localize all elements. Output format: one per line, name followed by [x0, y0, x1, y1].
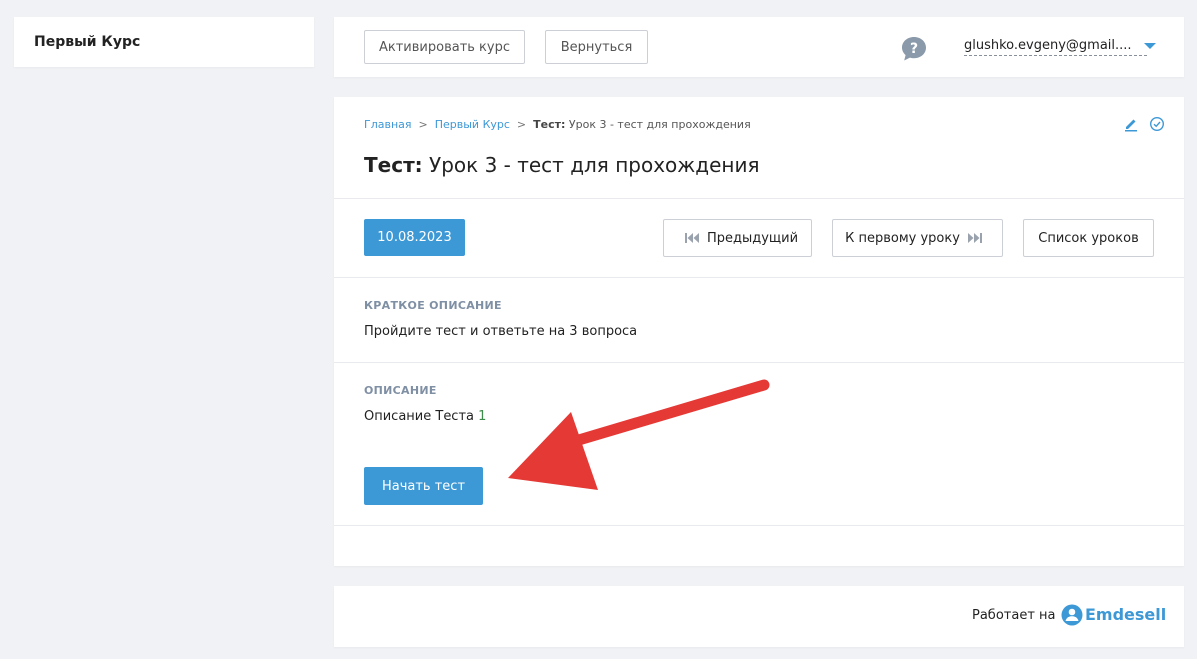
- short-description-text: Пройдите тест и ответьте на 3 вопроса: [364, 324, 638, 339]
- emdesell-logo-icon[interactable]: [1061, 604, 1083, 626]
- page-title-prefix: Тест:: [364, 153, 423, 177]
- breadcrumb-course-link[interactable]: Первый Курс: [435, 118, 510, 131]
- divider: [334, 525, 1184, 526]
- skip-forward-icon: [967, 233, 982, 243]
- lesson-list-button[interactable]: Список уроков: [1023, 219, 1154, 257]
- description-number: 1: [478, 409, 487, 424]
- sidebar-course-card[interactable]: Первый Курс: [14, 17, 314, 67]
- description-label: ОПИСАНИЕ: [364, 384, 437, 397]
- breadcrumb-current-prefix: Тест:: [533, 118, 566, 131]
- svg-text:?: ?: [910, 41, 918, 57]
- lesson-content-card: Главная > Первый Курс > Тест: Урок 3 - т…: [334, 97, 1184, 566]
- page-title: Тест: Урок 3 - тест для прохождения: [364, 153, 760, 177]
- divider: [334, 362, 1184, 363]
- lesson-date-badge: 10.08.2023: [364, 219, 465, 256]
- page-title-text: Урок 3 - тест для прохождения: [429, 153, 760, 177]
- user-menu-email[interactable]: glushko.evgeny@gmail....: [964, 38, 1147, 56]
- brand-name[interactable]: Emdesell: [1085, 605, 1166, 624]
- pencil-edit-icon[interactable]: [1123, 116, 1139, 132]
- divider: [334, 198, 1184, 199]
- breadcrumb-separator: >: [418, 118, 428, 131]
- short-description-label: КРАТКОЕ ОПИСАНИЕ: [364, 299, 502, 312]
- previous-lesson-label: Предыдущий: [706, 230, 799, 246]
- check-circle-icon[interactable]: [1149, 116, 1165, 132]
- first-lesson-button[interactable]: К первому уроку: [832, 219, 1003, 257]
- previous-lesson-button[interactable]: Предыдущий: [663, 219, 812, 257]
- chevron-down-icon[interactable]: [1144, 43, 1156, 49]
- help-bubble-icon[interactable]: ?: [900, 35, 928, 63]
- description-body: Описание Теста: [364, 409, 474, 424]
- first-lesson-label: К первому уроку: [845, 230, 960, 246]
- description-text: Описание Теста 1: [364, 409, 486, 424]
- powered-by-text: Работает на: [972, 608, 1056, 623]
- skip-back-icon: [684, 233, 699, 243]
- breadcrumb-current: Тест: Урок 3 - тест для прохождения: [533, 118, 751, 131]
- breadcrumb-current-text: Урок 3 - тест для прохождения: [568, 118, 751, 131]
- start-test-button[interactable]: Начать тест: [364, 467, 483, 505]
- top-header-bar: Активировать курс Вернуться ? glushko.ev…: [334, 17, 1184, 77]
- sidebar-course-title[interactable]: Первый Курс: [34, 34, 140, 50]
- back-button[interactable]: Вернуться: [545, 30, 648, 64]
- breadcrumb-home-link[interactable]: Главная: [364, 118, 412, 131]
- breadcrumb: Главная > Первый Курс > Тест: Урок 3 - т…: [364, 118, 751, 131]
- footer: Работает на Emdesell: [334, 586, 1184, 647]
- breadcrumb-separator: >: [516, 118, 527, 131]
- activate-course-button[interactable]: Активировать курс: [364, 30, 525, 64]
- divider: [334, 277, 1184, 278]
